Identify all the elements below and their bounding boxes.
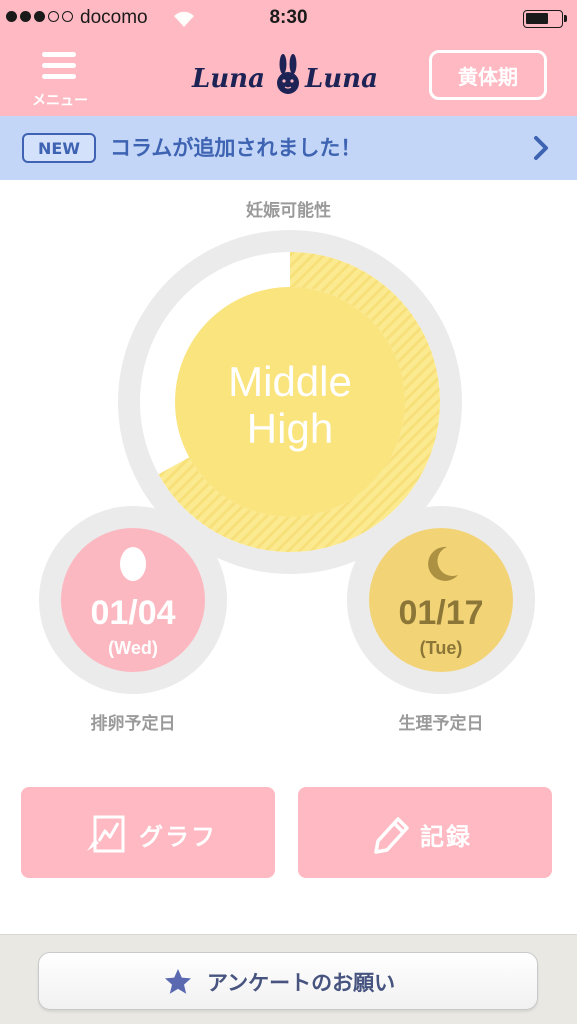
record-label: 記録 — [420, 823, 472, 851]
period-date: 01/17 — [398, 594, 484, 632]
period-day: (Tue) — [419, 638, 463, 658]
ovulation-date: 01/04 — [90, 594, 176, 632]
pencil-icon — [374, 817, 409, 854]
survey-label: アンケートのお願い — [207, 971, 396, 995]
star-icon — [165, 969, 191, 994]
bottom-bar: アンケートのお願い — [0, 934, 577, 1024]
period-caption: 生理予定日 — [398, 714, 484, 734]
graph-label: グラフ — [139, 823, 217, 851]
ovulation-caption: 排卵予定日 — [90, 714, 176, 734]
graph-button[interactable]: グラフ — [21, 787, 275, 878]
survey-button[interactable]: アンケートのお願い — [38, 952, 538, 1010]
fertility-level-line1: Middle — [228, 358, 352, 405]
fertility-level-line2: High — [246, 405, 334, 452]
record-button[interactable]: 記録 — [298, 787, 552, 878]
graph-icon — [87, 815, 125, 853]
fertility-level-text: Middle High — [175, 358, 405, 452]
egg-icon — [120, 547, 146, 581]
ovulation-day: (Wed) — [108, 638, 158, 658]
